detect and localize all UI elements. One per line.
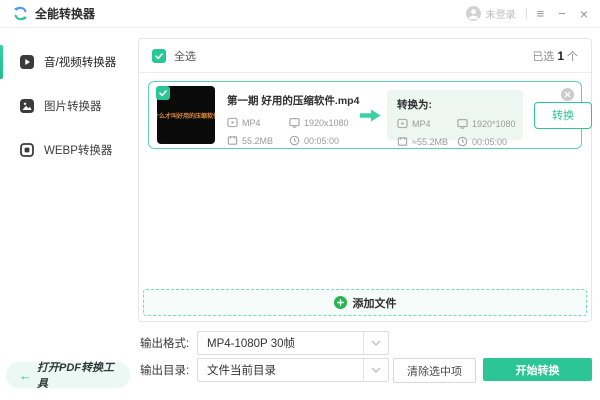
selected-count: 已选 1 个 [532, 48, 578, 63]
screen-icon [457, 119, 468, 129]
app-title: 全能转换器 [35, 7, 96, 21]
clear-selected-button[interactable]: 清除选中项 [393, 358, 476, 383]
file-card: 什么才叫好用的压缩软件 第一期 好用的压缩软件.mp4 MP4 1920x108… [148, 81, 592, 149]
sidebar-item-webp-converter[interactable]: WEBP转换器 [0, 128, 130, 172]
thumbnail-text: 什么才叫好用的压缩软件 [157, 113, 215, 120]
source-duration: 00:05:00 [289, 135, 353, 146]
select-all-label: 全选 [174, 50, 196, 63]
titlebar-divider [525, 8, 527, 19]
app-logo-icon [12, 5, 29, 22]
login-status[interactable]: 未登录 [486, 6, 516, 21]
plus-icon [333, 296, 347, 309]
file-list-panel: 全选 已选 1 个 什么才叫好用的压缩软件 第一期 好用的 [138, 38, 592, 322]
remove-file-icon[interactable] [561, 88, 574, 101]
play-file-icon [227, 117, 238, 128]
open-pdf-tool-button[interactable]: ← 打开PDF转换工具 [6, 362, 130, 390]
target-file-info: 转换为: MP4 1920*1080 ≈55.2MB 00:05:00 [387, 90, 523, 147]
sidebar-item-label: WEBP转换器 [44, 145, 113, 157]
screen-icon [289, 118, 300, 128]
target-size: ≈55.2MB [397, 136, 457, 147]
source-format: MP4 [227, 117, 289, 128]
audio-video-converter-icon [19, 54, 35, 70]
clock-icon [289, 135, 300, 146]
convert-to-label: 转换为: [397, 99, 432, 111]
start-convert-button[interactable]: 开始转换 [483, 358, 592, 381]
output-dir-value: 文件当前目录 [207, 365, 276, 377]
sidebar-item-image-converter[interactable]: 图片转换器 [0, 84, 130, 128]
target-resolution: 1920*1080 [457, 118, 516, 129]
main-area: 全选 已选 1 个 什么才叫好用的压缩软件 第一期 好用的 [130, 28, 600, 400]
source-resolution: 1920x1080 [289, 117, 353, 128]
output-format-select[interactable]: MP4-1080P 30帧 [197, 331, 389, 355]
select-all-checkbox[interactable] [152, 48, 166, 63]
sidebar: 音/视频转换器 图片转换器 WEBP转换器 ← 打开PDF转换工具 [0, 28, 130, 400]
clock-icon [457, 136, 468, 147]
list-toolbar: 全选 已选 1 个 [139, 39, 591, 73]
output-format-value: MP4-1080P 30帧 [207, 338, 296, 350]
file-checkbox[interactable] [156, 86, 170, 100]
file-name: 第一期 好用的压缩软件.mp4 [227, 95, 360, 107]
avatar[interactable] [465, 6, 481, 21]
output-format-row: 输出格式: MP4-1080P 30帧 [140, 331, 389, 355]
play-file-icon [397, 118, 408, 129]
pdf-tool-label: 打开PDF转换工具 [37, 362, 114, 390]
back-arrow-icon: ← [19, 367, 32, 383]
convert-button[interactable]: 转换 [534, 101, 592, 129]
storage-icon [397, 137, 408, 146]
sidebar-item-label: 音/视频转换器 [44, 57, 117, 69]
menu-icon[interactable]: ≡ [537, 7, 545, 20]
sidebar-item-audio-video-converter[interactable]: 音/视频转换器 [0, 40, 130, 84]
chevron-down-icon [363, 359, 388, 381]
source-size: 55.2MB [227, 135, 289, 146]
target-duration: 00:05:00 [457, 136, 516, 147]
target-format: MP4 [397, 118, 457, 129]
close-icon[interactable]: × [580, 7, 588, 21]
webp-converter-icon [19, 142, 35, 158]
output-dir-select[interactable]: 文件当前目录 [197, 358, 389, 382]
output-dir-label: 输出目录: [140, 365, 190, 377]
image-converter-icon [19, 98, 35, 114]
sidebar-item-label: 图片转换器 [44, 101, 102, 113]
output-dir-row: 输出目录: 文件当前目录 [140, 358, 389, 382]
bottom-actions: 清除选中项 开始转换 [393, 358, 592, 383]
convert-arrow-icon [353, 82, 387, 148]
chevron-down-icon [363, 332, 388, 354]
titlebar: 全能转换器 未登录 ≡ − × [0, 0, 600, 28]
source-file-info: 第一期 好用的压缩软件.mp4 MP4 1920x1080 55.2MB 00:… [227, 82, 360, 148]
storage-icon [227, 136, 238, 145]
add-files-button[interactable]: 添加文件 [143, 289, 587, 316]
output-format-label: 输出格式: [140, 338, 190, 350]
minimize-icon[interactable]: − [558, 7, 566, 20]
add-files-label: 添加文件 [352, 297, 397, 310]
